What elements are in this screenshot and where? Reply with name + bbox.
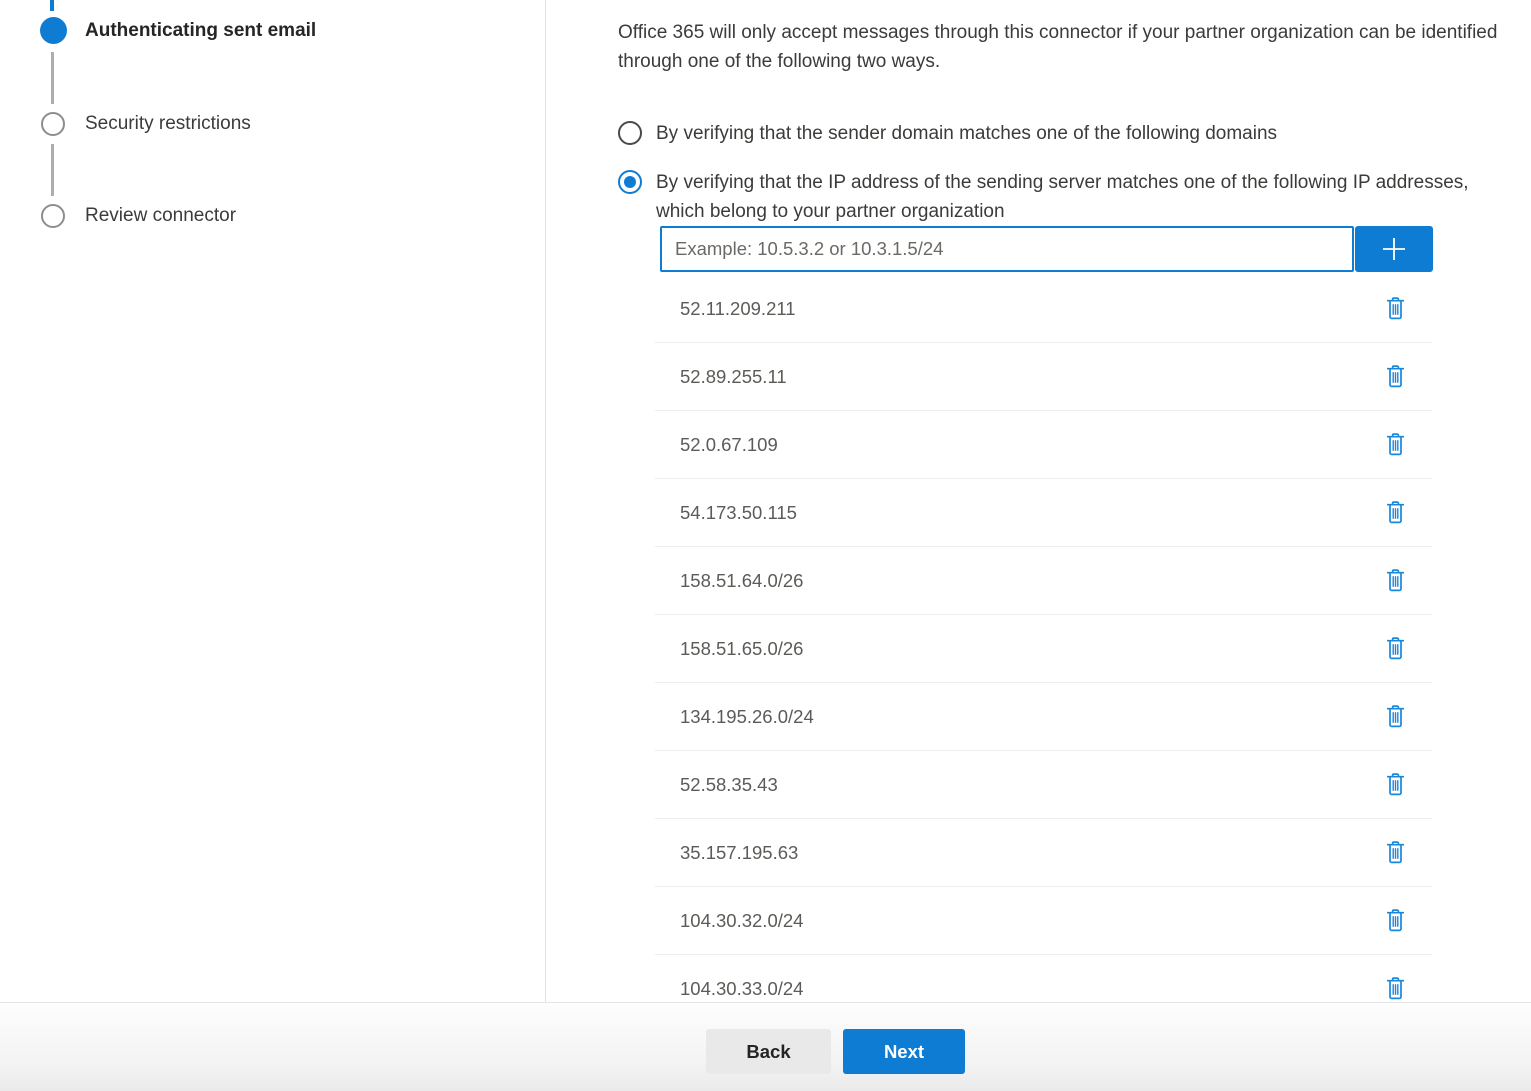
trash-icon <box>1386 841 1405 864</box>
stepper-connector-line <box>51 144 54 196</box>
ip-row: 104.30.33.0/24 <box>655 955 1432 1002</box>
ip-address-input[interactable] <box>660 226 1354 272</box>
ip-address-value: 134.195.26.0/24 <box>680 706 814 728</box>
ip-row: 35.157.195.63 <box>655 819 1432 887</box>
delete-ip-button[interactable] <box>1386 433 1405 456</box>
ip-address-value: 54.173.50.115 <box>680 502 797 524</box>
back-button[interactable]: Back <box>706 1029 831 1074</box>
trash-icon <box>1386 909 1405 932</box>
add-ip-row <box>660 226 1531 272</box>
ip-address-list: 52.11.209.211 52.89.255.11 <box>655 275 1432 1002</box>
ip-address-value: 52.0.67.109 <box>680 434 778 456</box>
verification-options: By verifying that the sender domain matc… <box>618 119 1531 226</box>
trash-icon <box>1386 977 1405 1000</box>
authenticating-sent-email-panel: Office 365 will only accept messages thr… <box>546 0 1531 1002</box>
trash-icon <box>1386 569 1405 592</box>
delete-ip-button[interactable] <box>1386 297 1405 320</box>
delete-ip-button[interactable] <box>1386 501 1405 524</box>
delete-ip-button[interactable] <box>1386 365 1405 388</box>
ip-row: 158.51.64.0/26 <box>655 547 1432 615</box>
wizard-footer: Back Next <box>0 1002 1531 1091</box>
trash-icon <box>1386 773 1405 796</box>
option-ip-address[interactable]: By verifying that the IP address of the … <box>618 168 1531 226</box>
step-circle-review-connector <box>41 204 65 228</box>
ip-address-value: 104.30.32.0/24 <box>680 910 803 932</box>
add-ip-button[interactable] <box>1355 226 1433 272</box>
ip-address-value: 104.30.33.0/24 <box>680 978 803 1000</box>
step-security-restrictions[interactable]: Security restrictions <box>85 111 251 137</box>
trash-icon <box>1386 637 1405 660</box>
ip-row: 52.58.35.43 <box>655 751 1432 819</box>
trash-icon <box>1386 297 1405 320</box>
ip-row: 134.195.26.0/24 <box>655 683 1432 751</box>
ip-address-value: 158.51.64.0/26 <box>680 570 803 592</box>
ip-row: 52.0.67.109 <box>655 411 1432 479</box>
trash-icon <box>1386 705 1405 728</box>
ip-row: 52.89.255.11 <box>655 343 1432 411</box>
step-review-connector[interactable]: Review connector <box>85 203 236 229</box>
ip-row: 158.51.65.0/26 <box>655 615 1432 683</box>
panel-description: Office 365 will only accept messages thr… <box>618 18 1531 76</box>
ip-address-value: 158.51.65.0/26 <box>680 638 803 660</box>
delete-ip-button[interactable] <box>1386 773 1405 796</box>
ip-address-value: 52.89.255.11 <box>680 366 787 388</box>
next-button[interactable]: Next <box>843 1029 965 1074</box>
option-sender-domain-label[interactable]: By verifying that the sender domain matc… <box>656 119 1277 148</box>
trash-icon <box>1386 433 1405 456</box>
option-sender-domain[interactable]: By verifying that the sender domain matc… <box>618 119 1531 148</box>
stepper-connector-line <box>51 52 54 104</box>
step-active-dot <box>40 17 67 44</box>
radio-button-icon[interactable] <box>618 121 642 145</box>
step-authenticating-sent-email[interactable]: Authenticating sent email <box>85 18 316 44</box>
trash-icon <box>1386 365 1405 388</box>
radio-button-icon[interactable] <box>618 170 642 194</box>
delete-ip-button[interactable] <box>1386 977 1405 1000</box>
ip-row: 104.30.32.0/24 <box>655 887 1432 955</box>
step-circle-security-restrictions <box>41 112 65 136</box>
delete-ip-button[interactable] <box>1386 637 1405 660</box>
delete-ip-button[interactable] <box>1386 909 1405 932</box>
footer-buttons: Back Next <box>706 1029 965 1074</box>
delete-ip-button[interactable] <box>1386 841 1405 864</box>
ip-address-value: 52.11.209.211 <box>680 298 796 320</box>
delete-ip-button[interactable] <box>1386 705 1405 728</box>
delete-ip-button[interactable] <box>1386 569 1405 592</box>
ip-address-value: 52.58.35.43 <box>680 774 778 796</box>
wizard-stepper-sidebar: Authenticating sent email Security restr… <box>0 0 546 1002</box>
trash-icon <box>1386 501 1405 524</box>
plus-icon <box>1380 235 1408 263</box>
ip-address-value: 35.157.195.63 <box>680 842 798 864</box>
ip-row: 52.11.209.211 <box>655 275 1432 343</box>
ip-row: 54.173.50.115 <box>655 479 1432 547</box>
stepper-completed-line <box>50 0 54 11</box>
option-ip-address-label[interactable]: By verifying that the IP address of the … <box>656 168 1491 226</box>
